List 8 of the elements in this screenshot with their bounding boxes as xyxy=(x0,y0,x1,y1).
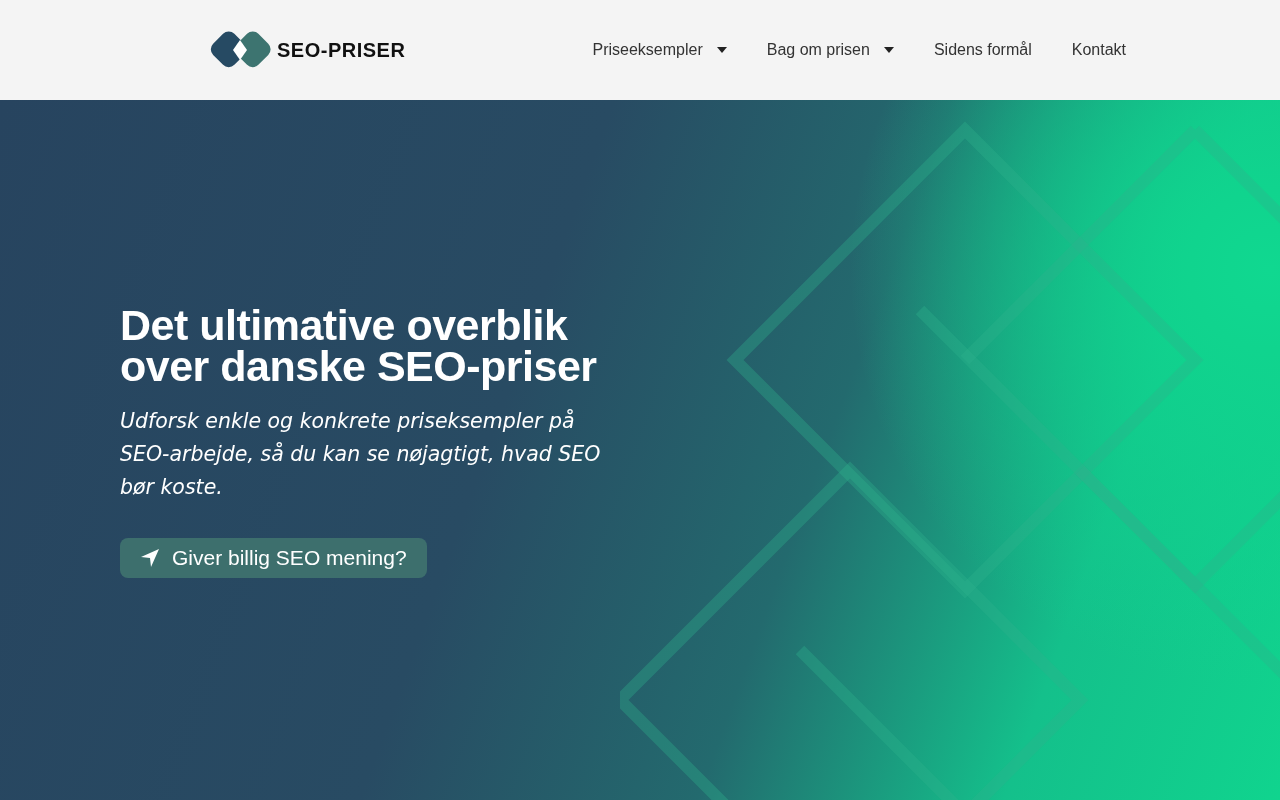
nav-link[interactable]: Sidens formål xyxy=(933,41,1032,59)
hero-subtitle: Udforsk enkle og konkrete priseksempler på SEO-arbejde, så du kan se nøjagtigt, hvad SEO bør koste. xyxy=(120,408,602,501)
nav-link[interactable]: Kontakt xyxy=(1071,41,1126,59)
logo-text[interactable]: SEO-PRISER xyxy=(277,38,406,62)
navigation-arrow-icon xyxy=(140,548,160,568)
cta-button[interactable]: Giver billig SEO mening? xyxy=(120,538,427,578)
nav-link[interactable]: Bag om prisen xyxy=(766,41,894,59)
nav-link[interactable]: Priseeksempler xyxy=(592,41,727,59)
